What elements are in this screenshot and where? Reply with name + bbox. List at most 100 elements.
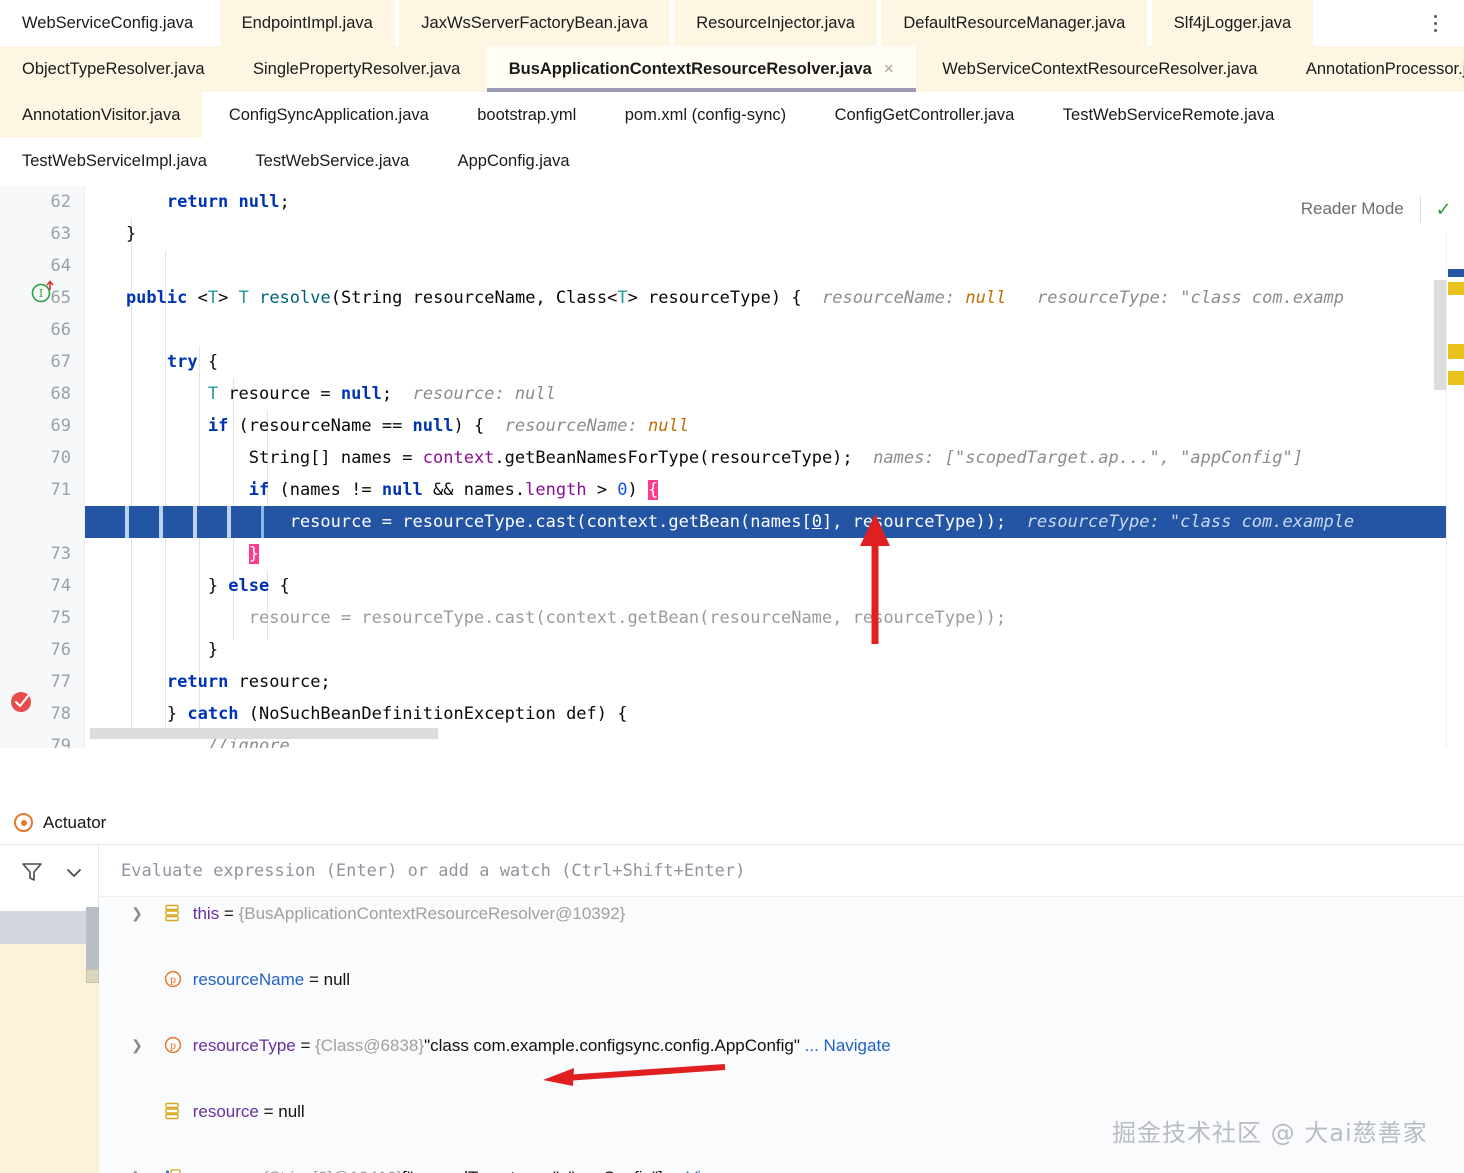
code-line-77[interactable]: return resource; — [85, 666, 331, 698]
editor-tab[interactable]: TestWebService.java — [233, 138, 432, 184]
expand-toggle-icon[interactable]: ❯ — [129, 1161, 145, 1173]
watch-row-resourceType[interactable]: ❯ p resourceType = {Class@6838}"class co… — [99, 1029, 1464, 1062]
code-line-72[interactable]: resource = resourceType.cast(context.get… — [85, 506, 1354, 538]
expand-toggle-icon[interactable]: ❯ — [129, 1029, 145, 1062]
editor-tab[interactable]: AppConfig.java — [435, 138, 592, 184]
tab-actuator[interactable]: Actuator — [0, 800, 120, 845]
svg-text:p: p — [170, 975, 176, 986]
editor-tab[interactable]: AnnotationVisitor.java — [0, 92, 203, 138]
chevron-down-icon[interactable] — [64, 865, 84, 885]
code-line-74[interactable]: } else { — [85, 570, 290, 602]
code-line-62[interactable]: return null; — [85, 186, 290, 218]
tab-label: WebServiceConfig.java — [22, 14, 194, 32]
view-link[interactable]: ... View — [667, 1168, 722, 1173]
editor-vertical-scrollbar[interactable] — [1434, 280, 1446, 390]
toolbar-scrollbar-thumb[interactable] — [86, 969, 99, 983]
editor-horizontal-scrollbar[interactable] — [90, 728, 438, 739]
watch-row-this[interactable]: ❯ this = {BusApplicationContextResourceR… — [99, 897, 1464, 930]
editor-tab[interactable]: ConfigSyncApplication.java — [206, 92, 451, 138]
array-icon — [164, 1164, 186, 1173]
error-stripe[interactable] — [1446, 186, 1464, 748]
code-text-area[interactable]: return null; } public <T> T resolve(Stri… — [85, 186, 1464, 748]
code-line-67[interactable]: try { — [85, 346, 218, 378]
watch-row-names[interactable]: ❯ names = {String[2]@10410}["scopedTarge… — [99, 1161, 1464, 1173]
reader-mode-toggle[interactable]: Reader Mode ✓ — [1300, 186, 1464, 232]
tab-label: ObjectTypeResolver.java — [22, 60, 205, 78]
editor-tab[interactable]: ResourceInjector.java — [674, 0, 877, 46]
tab-label: TestWebServiceRemote.java — [1062, 106, 1275, 124]
tab-row-1: WebServiceConfig.java EndpointImpl.java … — [0, 0, 1464, 46]
code-line-78[interactable]: } catch (NoSuchBeanDefinitionException d… — [85, 698, 628, 730]
editor-tab[interactable]: JaxWsServerFactoryBean.java — [399, 0, 670, 46]
code-line-68[interactable]: T resource = null; resource: null — [85, 378, 556, 410]
editor-tab[interactable]: TestWebServiceImpl.java — [0, 138, 229, 184]
watch-row-resourceName[interactable]: p resourceName = null — [99, 963, 1464, 996]
code-line-76[interactable]: } — [85, 634, 218, 666]
kebab-menu-icon[interactable] — [1424, 8, 1446, 38]
code-line-63[interactable]: } — [85, 218, 136, 250]
editor-tab[interactable]: WebServiceConfig.java — [0, 0, 216, 46]
code-line-69[interactable]: if (resourceName == null) { resourceName… — [85, 410, 689, 442]
watch-name: names — [193, 1168, 244, 1173]
code-editor[interactable]: 62 63 64 65 66 67 68 69 70 71 73 74 75 7… — [0, 186, 1464, 748]
code-line-70[interactable]: String[] names = context.getBeanNamesFor… — [85, 442, 1303, 474]
watch-name: this — [192, 904, 220, 923]
breakpoint-verified-icon[interactable] — [10, 690, 34, 718]
line-number: 62 — [50, 192, 71, 212]
tab-label: TestWebServiceImpl.java — [22, 152, 207, 170]
debugger-panel: Actuator Evaluate expression (Enter) or … — [0, 748, 1464, 1173]
reader-mode-label: Reader Mode — [1300, 199, 1404, 218]
editor-tab[interactable]: EndpointImpl.java — [219, 0, 395, 46]
stripe-mark-warning[interactable] — [1448, 371, 1464, 385]
line-number: 68 — [50, 384, 71, 404]
editor-tab[interactable]: SinglePropertyResolver.java — [230, 46, 483, 92]
code-line-71[interactable]: if (names != null && names.length > 0) { — [85, 474, 659, 506]
editor-tab[interactable]: DefaultResourceManager.java — [881, 0, 1148, 46]
tab-actuator-label: Actuator — [43, 812, 107, 832]
watch-name: resource — [192, 1102, 259, 1121]
navigate-link[interactable]: ... Navigate — [805, 1036, 891, 1055]
watch-equals: = — [244, 1168, 263, 1173]
editor-gutter[interactable]: 62 63 64 65 66 67 68 69 70 71 73 74 75 7… — [0, 186, 85, 748]
evaluate-expression-input[interactable]: Evaluate expression (Enter) or add a wat… — [99, 845, 1464, 897]
evaluate-expression-placeholder: Evaluate expression (Enter) or add a wat… — [121, 860, 746, 881]
tab-label: TestWebService.java — [255, 152, 410, 170]
line-number: 75 — [50, 608, 71, 628]
editor-tab[interactable]: pom.xml (config-sync) — [602, 92, 809, 138]
editor-tab[interactable]: ConfigGetController.java — [812, 92, 1037, 138]
tab-label: pom.xml (config-sync) — [624, 106, 787, 124]
filter-icon[interactable] — [20, 860, 44, 889]
expand-toggle-icon[interactable]: ❯ — [129, 897, 145, 930]
editor-tab[interactable]: ObjectTypeResolver.java — [0, 46, 227, 92]
editor-tab[interactable]: AnnotationProcessor.java — [1283, 46, 1464, 92]
close-icon[interactable]: × — [884, 46, 894, 92]
stripe-mark-execution[interactable] — [1448, 269, 1464, 277]
editor-tab-active[interactable]: BusApplicationContextResourceResolver.ja… — [486, 46, 916, 92]
editor-tab[interactable]: bootstrap.yml — [455, 92, 599, 138]
watch-equals: = — [219, 904, 239, 923]
line-number: 67 — [50, 352, 71, 372]
implements-method-icon[interactable]: I — [30, 279, 56, 309]
code-line-75[interactable]: resource = resourceType.cast(context.get… — [85, 602, 1006, 634]
watch-value: null — [278, 1102, 305, 1121]
actuator-icon — [14, 813, 33, 832]
tab-row-3: AnnotationVisitor.java ConfigSyncApplica… — [0, 92, 1464, 138]
tab-label: SinglePropertyResolver.java — [252, 60, 461, 78]
code-line-65[interactable]: public <T> T resolve(String resourceName… — [85, 282, 1344, 314]
editor-tab[interactable]: TestWebServiceRemote.java — [1040, 92, 1297, 138]
watch-ref: {String[2]@10410} — [263, 1168, 402, 1173]
toolbar-scrollbar[interactable] — [86, 907, 99, 969]
stripe-mark-warning[interactable] — [1448, 282, 1464, 295]
toolbar-selected-row[interactable] — [0, 911, 99, 944]
toolbar-frames-area[interactable] — [0, 944, 99, 1173]
stripe-mark-warning[interactable] — [1448, 344, 1464, 359]
editor-tab[interactable]: Slf4jLogger.java — [1151, 0, 1314, 46]
line-number: 78 — [50, 704, 71, 724]
watch-name: resourceType — [192, 1036, 296, 1055]
editor-tab[interactable]: WebServiceContextResourceResolver.java — [920, 46, 1280, 92]
line-number: 64 — [50, 256, 71, 276]
check-icon[interactable]: ✓ — [1437, 197, 1450, 222]
tab-label: WebServiceContextResourceResolver.java — [942, 60, 1258, 78]
code-line-73[interactable]: } — [85, 538, 260, 570]
line-number: 71 — [50, 480, 71, 500]
